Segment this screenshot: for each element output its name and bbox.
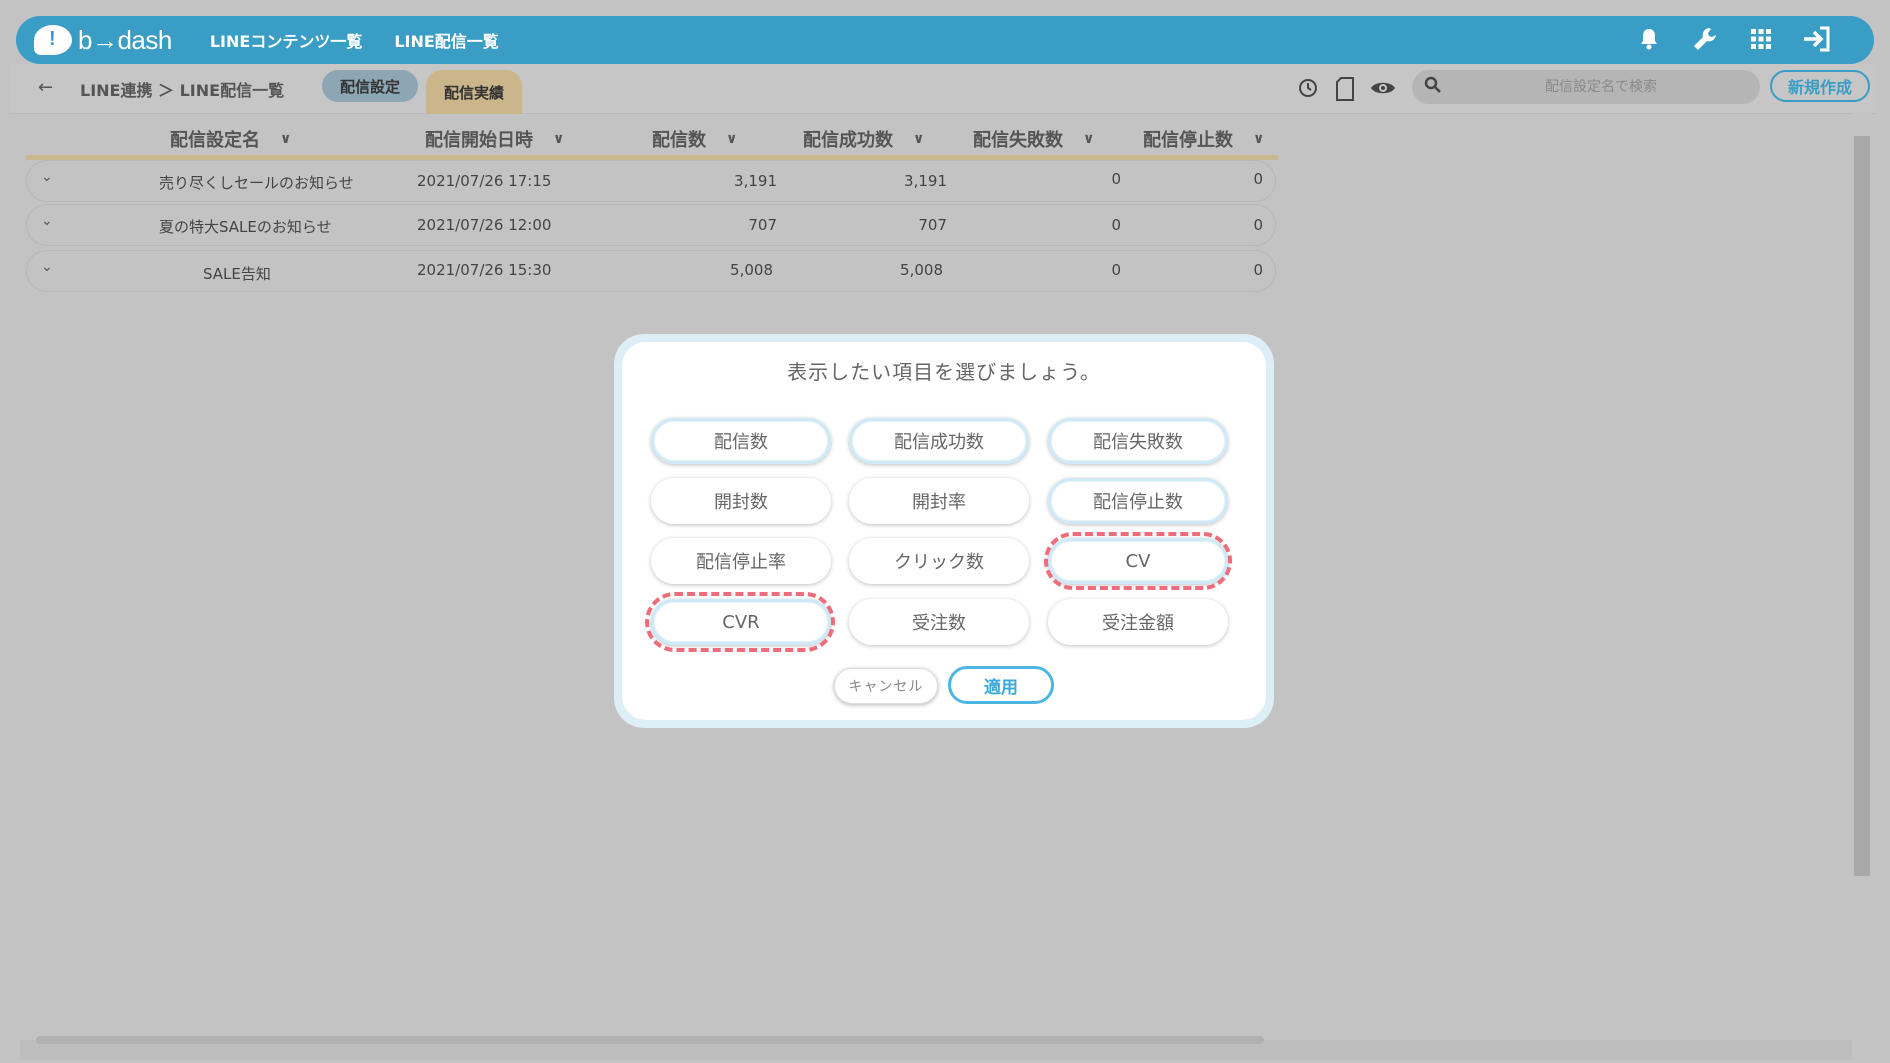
option-click[interactable]: クリック数 [849,538,1029,584]
option-orders[interactable]: 受注数 [849,599,1029,645]
cell-sent: 3,191 [734,172,777,190]
option-fail[interactable]: 配信失敗数 [1048,418,1228,464]
logo-mark-icon [34,25,72,55]
cell-success: 707 [918,216,947,234]
file-icon[interactable] [1334,76,1356,106]
breadcrumb: LINE連携 ＞ LINE配信一覧 [80,81,285,100]
cell-sent: 5,008 [730,261,773,279]
logo-text: b→dash [78,24,172,55]
cell-stop: 0 [1253,170,1263,188]
highlight-cvr [645,592,835,652]
chevron-down-icon[interactable]: ⌄ [41,259,53,275]
eye-icon[interactable] [1370,76,1396,106]
col-header-start[interactable]: 配信開始日時 ∨ [425,126,564,152]
chevron-down-icon[interactable]: ⌄ [41,213,53,229]
col-header-fail[interactable]: 配信失敗数 ∨ [973,126,1094,152]
option-order-amount[interactable]: 受注金額 [1048,599,1228,645]
table-row[interactable]: ⌄ 売り尽くしセールのお知らせ 2021/07/26 17:15 3,191 3… [26,160,1276,202]
cell-fail: 0 [1111,261,1121,279]
cell-stop: 0 [1253,216,1263,234]
sub-header: ← LINE連携 ＞ LINE配信一覧 配信設定 配信実績 新規作成 [10,64,1876,114]
col-header-stop[interactable]: 配信停止数 ∨ [1143,126,1264,152]
new-create-button[interactable]: 新規作成 [1770,70,1870,102]
horizontal-scroll-thumb[interactable] [36,1036,1264,1044]
column-select-dialog: 表示したい項目を選びましょう。 配信数 配信成功数 配信失敗数 開封数 開封率 … [622,342,1266,720]
table-row[interactable]: ⌄ 夏の特大SALEのお知らせ 2021/07/26 12:00 707 707… [26,204,1276,246]
logo[interactable]: b→dash [34,25,172,56]
history-icon[interactable] [1296,76,1320,106]
cell-name: 夏の特大SALEのお知らせ [159,218,332,236]
search-box [1412,70,1760,104]
option-open-count[interactable]: 開封数 [651,478,831,524]
option-stop-rate[interactable]: 配信停止率 [651,538,831,584]
logout-icon[interactable] [1802,24,1832,54]
col-header-success[interactable]: 配信成功数 ∨ [803,126,924,152]
back-arrow-icon[interactable]: ← [38,77,53,98]
bell-icon[interactable] [1634,24,1664,54]
option-sent[interactable]: 配信数 [651,418,831,464]
cell-fail: 0 [1111,216,1121,234]
vertical-scroll-thumb[interactable] [1854,136,1870,876]
cell-start: 2021/07/26 12:00 [417,216,552,234]
table-row[interactable]: ⌄ SALE告知 2021/07/26 15:30 5,008 5,008 0 … [26,250,1276,292]
tab-delivery-settings[interactable]: 配信設定 [322,70,418,102]
option-open-rate[interactable]: 開封率 [849,478,1029,524]
apply-button[interactable]: 適用 [948,666,1054,704]
cell-name: 売り尽くしセールのお知らせ [159,174,354,192]
highlight-cv [1044,532,1232,590]
chevron-down-icon[interactable]: ∨ [553,131,564,147]
cell-success: 5,008 [900,261,943,279]
wrench-icon[interactable] [1690,24,1720,54]
nav-line-contents[interactable]: LINEコンテンツ一覧 [210,28,362,52]
chevron-down-icon[interactable]: ∨ [913,131,924,147]
grid-icon[interactable] [1746,24,1776,54]
col-header-name[interactable]: 配信設定名 ∨ [170,126,291,152]
chevron-down-icon[interactable]: ⌄ [41,169,53,185]
table-header: 配信設定名 ∨ 配信開始日時 ∨ 配信数 ∨ 配信成功数 ∨ 配信失敗数 ∨ 配信停止数 ∨ [26,122,1278,160]
chevron-down-icon[interactable]: ∨ [726,131,737,147]
nav-line-delivery[interactable]: LINE配信一覧 [394,28,498,52]
cell-start: 2021/07/26 17:15 [417,172,552,190]
cell-name: SALE告知 [203,265,271,283]
chevron-down-icon[interactable]: ∨ [280,131,291,147]
option-stop[interactable]: 配信停止数 [1048,478,1228,524]
cell-start: 2021/07/26 15:30 [417,261,552,279]
search-input[interactable] [1442,79,1760,95]
top-header: b→dash LINEコンテンツ一覧 LINE配信一覧 [16,16,1874,64]
col-header-sent[interactable]: 配信数 ∨ [652,126,737,152]
cell-fail: 0 [1111,170,1121,188]
cell-stop: 0 [1253,261,1263,279]
cancel-button[interactable]: キャンセル [834,668,938,704]
dialog-title: 表示したい項目を選びましょう。 [787,360,1101,384]
search-icon [1424,76,1442,98]
tab-delivery-results[interactable]: 配信実績 [426,70,522,114]
chevron-down-icon[interactable]: ∨ [1083,131,1094,147]
option-success[interactable]: 配信成功数 [849,418,1029,464]
cell-sent: 707 [748,216,777,234]
top-nav: LINEコンテンツ一覧 LINE配信一覧 [210,28,499,52]
chevron-down-icon[interactable]: ∨ [1253,131,1264,147]
cell-success: 3,191 [904,172,947,190]
